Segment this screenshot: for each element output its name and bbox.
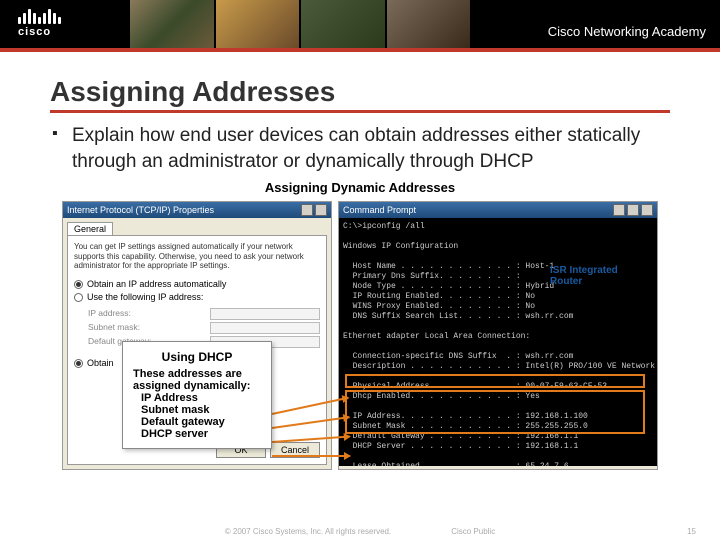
footer-page: 15 xyxy=(687,527,696,536)
arrow-icon xyxy=(272,455,350,457)
slide-content: Assigning Addresses Explain how end user… xyxy=(0,52,720,470)
isr-annotation: ISR Integrated Router xyxy=(550,265,640,287)
tcpip-titlebar: Internet Protocol (TCP/IP) Properties xyxy=(63,202,331,218)
radio-use-following[interactable]: Use the following IP address: xyxy=(74,292,320,302)
header-bar: cisco Cisco Networking Academy xyxy=(0,0,720,48)
cisco-bars-icon xyxy=(18,6,61,24)
callout-title: Using DHCP xyxy=(133,350,261,364)
close-icon[interactable] xyxy=(315,204,327,216)
footer-classification: Cisco Public xyxy=(451,527,495,536)
ip-label: IP address: xyxy=(88,308,131,320)
command-prompt-window: Command Prompt C:\>ipconfig /all Windows… xyxy=(338,201,658,470)
radio-dns-label: Obtain xyxy=(87,358,114,368)
header-photo-strip xyxy=(130,0,470,48)
tcpip-window-title: Internet Protocol (TCP/IP) Properties xyxy=(67,205,214,215)
dhcp-callout: Using DHCP These addresses are assigned … xyxy=(122,341,272,449)
callout-item: Default gateway xyxy=(141,416,261,428)
slide-bullet: Explain how end user devices can obtain … xyxy=(50,123,670,174)
radio-icon xyxy=(74,293,83,302)
window-buttons xyxy=(613,204,653,216)
maximize-icon[interactable] xyxy=(627,204,639,216)
radio-icon xyxy=(74,359,83,368)
callout-line2: assigned dynamically: xyxy=(133,380,261,392)
cisco-logo: cisco xyxy=(18,6,61,38)
mask-input[interactable] xyxy=(210,322,320,334)
brand-text: cisco xyxy=(18,26,61,38)
footer-copyright: © 2007 Cisco Systems, Inc. All rights re… xyxy=(225,527,391,536)
tab-general[interactable]: General xyxy=(67,222,113,235)
highlight-dhcp-enabled xyxy=(345,374,645,388)
callout-item: IP Address xyxy=(141,392,261,404)
cmd-titlebar: Command Prompt xyxy=(339,202,657,218)
slide-title: Assigning Addresses xyxy=(50,76,670,113)
slide-subtitle: Assigning Dynamic Addresses xyxy=(50,180,670,195)
cmd-window-title: Command Prompt xyxy=(343,205,416,215)
ip-input[interactable] xyxy=(210,308,320,320)
close-icon[interactable] xyxy=(641,204,653,216)
radio-manual-label: Use the following IP address: xyxy=(87,292,203,302)
radio-obtain-auto[interactable]: Obtain an IP address automatically xyxy=(74,279,320,289)
footer: © 2007 Cisco Systems, Inc. All rights re… xyxy=(0,527,720,536)
tcpip-description: You can get IP settings assigned automat… xyxy=(74,242,320,271)
window-buttons xyxy=(301,204,327,216)
minimize-icon[interactable] xyxy=(613,204,625,216)
callout-line1: These addresses are xyxy=(133,368,261,380)
callout-item: Subnet mask xyxy=(141,404,261,416)
highlight-ip-block xyxy=(345,390,645,434)
callout-item: DHCP server xyxy=(141,428,261,440)
help-icon[interactable] xyxy=(301,204,313,216)
radio-icon xyxy=(74,280,83,289)
diagram-area: Internet Protocol (TCP/IP) Properties Ge… xyxy=(50,201,670,470)
mask-label: Subnet mask: xyxy=(88,322,140,334)
radio-auto-label: Obtain an IP address automatically xyxy=(87,279,226,289)
academy-label: Cisco Networking Academy xyxy=(548,24,706,39)
